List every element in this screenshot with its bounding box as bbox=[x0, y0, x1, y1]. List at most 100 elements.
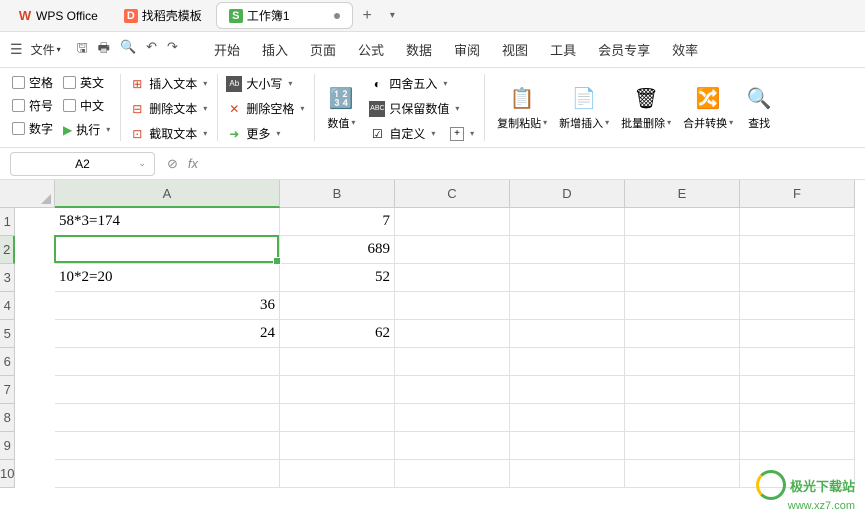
cell[interactable]: 58*3=174 bbox=[55, 208, 280, 236]
cell[interactable] bbox=[740, 348, 855, 376]
cell[interactable] bbox=[280, 432, 395, 460]
extract-text-button[interactable]: ⊡截取文本▾ bbox=[129, 124, 207, 143]
tab-templates[interactable]: D 找稻壳模板 bbox=[112, 3, 214, 28]
cell[interactable] bbox=[395, 460, 510, 488]
cell[interactable] bbox=[55, 236, 280, 264]
cell[interactable] bbox=[625, 208, 740, 236]
select-all-corner[interactable] bbox=[0, 180, 55, 208]
batch-delete-button[interactable]: 🗑批量删除▾ bbox=[617, 74, 675, 141]
add-tab-button[interactable]: + bbox=[355, 7, 380, 25]
custom-button[interactable]: ☑自定义▾ +▾ bbox=[369, 124, 474, 143]
find-button[interactable]: 🔍查找 bbox=[741, 74, 777, 141]
menu-tab-member[interactable]: 会员专享 bbox=[598, 40, 650, 59]
col-header[interactable]: A bbox=[55, 180, 280, 208]
cell[interactable] bbox=[510, 348, 625, 376]
spreadsheet-grid[interactable]: ABCDEF 12345678910 58*3=174768910*2=2052… bbox=[0, 180, 865, 520]
number-button[interactable]: 🔢 数值▾ bbox=[323, 74, 359, 141]
cell[interactable] bbox=[280, 460, 395, 488]
cell[interactable] bbox=[395, 236, 510, 264]
menu-tab-start[interactable]: 开始 bbox=[214, 40, 240, 59]
col-header[interactable]: B bbox=[280, 180, 395, 208]
cell[interactable]: 10*2=20 bbox=[55, 264, 280, 292]
cell[interactable] bbox=[625, 404, 740, 432]
cell[interactable] bbox=[395, 264, 510, 292]
cell[interactable] bbox=[395, 348, 510, 376]
cell[interactable] bbox=[55, 460, 280, 488]
cell[interactable] bbox=[510, 376, 625, 404]
row-header[interactable]: 10 bbox=[0, 460, 15, 488]
check-english[interactable]: 英文 bbox=[63, 74, 110, 91]
cell[interactable] bbox=[55, 348, 280, 376]
cell[interactable] bbox=[625, 236, 740, 264]
check-symbol[interactable]: 符号 bbox=[12, 97, 53, 114]
cell[interactable] bbox=[395, 320, 510, 348]
fx-icon[interactable]: fx bbox=[188, 156, 198, 171]
cell[interactable] bbox=[625, 376, 740, 404]
col-header[interactable]: C bbox=[395, 180, 510, 208]
case-button[interactable]: Ab大小写▾ bbox=[226, 74, 304, 93]
cell[interactable] bbox=[395, 292, 510, 320]
cell[interactable]: 7 bbox=[280, 208, 395, 236]
row-header[interactable]: 1 bbox=[0, 208, 15, 236]
close-icon[interactable] bbox=[334, 13, 340, 19]
cell[interactable] bbox=[280, 404, 395, 432]
cell[interactable] bbox=[625, 320, 740, 348]
check-space[interactable]: 空格 bbox=[12, 74, 53, 91]
row-header[interactable]: 8 bbox=[0, 404, 15, 432]
cell[interactable] bbox=[55, 404, 280, 432]
cell[interactable] bbox=[510, 404, 625, 432]
tab-wps[interactable]: W WPS Office bbox=[6, 5, 110, 27]
cell[interactable] bbox=[510, 460, 625, 488]
cell[interactable] bbox=[510, 208, 625, 236]
menu-tab-review[interactable]: 审阅 bbox=[454, 40, 480, 59]
file-menu[interactable]: 文件 ▾ bbox=[31, 41, 61, 58]
cell[interactable] bbox=[510, 292, 625, 320]
cell[interactable] bbox=[740, 236, 855, 264]
cell[interactable] bbox=[625, 348, 740, 376]
col-header[interactable]: E bbox=[625, 180, 740, 208]
print-icon[interactable]: 🖶 bbox=[98, 39, 110, 61]
cancel-icon[interactable]: ⊘ bbox=[167, 156, 178, 172]
cell[interactable] bbox=[510, 320, 625, 348]
more-button[interactable]: ➜更多▾ bbox=[226, 124, 304, 143]
menu-tab-tools[interactable]: 工具 bbox=[550, 40, 576, 59]
cell[interactable] bbox=[395, 208, 510, 236]
copy-paste-button[interactable]: 📋复制粘贴▾ bbox=[493, 74, 551, 141]
plus-icon[interactable]: + bbox=[450, 127, 464, 141]
name-box[interactable]: A2 ⌄ bbox=[10, 152, 155, 176]
menu-tab-page[interactable]: 页面 bbox=[310, 40, 336, 59]
cell[interactable] bbox=[740, 460, 855, 488]
cell[interactable] bbox=[625, 432, 740, 460]
preview-icon[interactable]: 🔍 bbox=[120, 39, 136, 61]
cell[interactable] bbox=[395, 404, 510, 432]
cell[interactable]: 24 bbox=[55, 320, 280, 348]
merge-convert-button[interactable]: 🔀合并转换▾ bbox=[679, 74, 737, 141]
add-insert-button[interactable]: 📄新增插入▾ bbox=[555, 74, 613, 141]
round-button[interactable]: ◐四舍五入▾ bbox=[369, 74, 474, 93]
cell[interactable] bbox=[740, 404, 855, 432]
cell[interactable] bbox=[625, 264, 740, 292]
row-header[interactable]: 4 bbox=[0, 292, 15, 320]
save-icon[interactable]: 🖫 bbox=[77, 39, 88, 61]
menu-tab-view[interactable]: 视图 bbox=[502, 40, 528, 59]
cell[interactable] bbox=[740, 208, 855, 236]
cell[interactable] bbox=[55, 432, 280, 460]
undo-icon[interactable]: ↶ bbox=[146, 39, 157, 61]
cell[interactable] bbox=[55, 376, 280, 404]
keep-number-button[interactable]: ABC只保留数值▾ bbox=[369, 99, 474, 118]
row-header[interactable]: 2 bbox=[0, 236, 15, 264]
cell[interactable] bbox=[280, 348, 395, 376]
row-header[interactable]: 5 bbox=[0, 320, 15, 348]
check-chinese[interactable]: 中文 bbox=[63, 97, 110, 114]
execute-button[interactable]: ▶执行▾ bbox=[63, 120, 110, 139]
insert-text-button[interactable]: ⊞插入文本▾ bbox=[129, 74, 207, 93]
row-header[interactable]: 9 bbox=[0, 432, 15, 460]
cell[interactable] bbox=[510, 236, 625, 264]
chevron-down-icon[interactable]: ⌄ bbox=[138, 158, 146, 169]
hamburger-icon[interactable]: ☰ bbox=[10, 41, 23, 58]
cell[interactable]: 62 bbox=[280, 320, 395, 348]
cell[interactable] bbox=[740, 320, 855, 348]
row-header[interactable]: 6 bbox=[0, 348, 15, 376]
menu-tab-data[interactable]: 数据 bbox=[406, 40, 432, 59]
cell[interactable] bbox=[740, 432, 855, 460]
